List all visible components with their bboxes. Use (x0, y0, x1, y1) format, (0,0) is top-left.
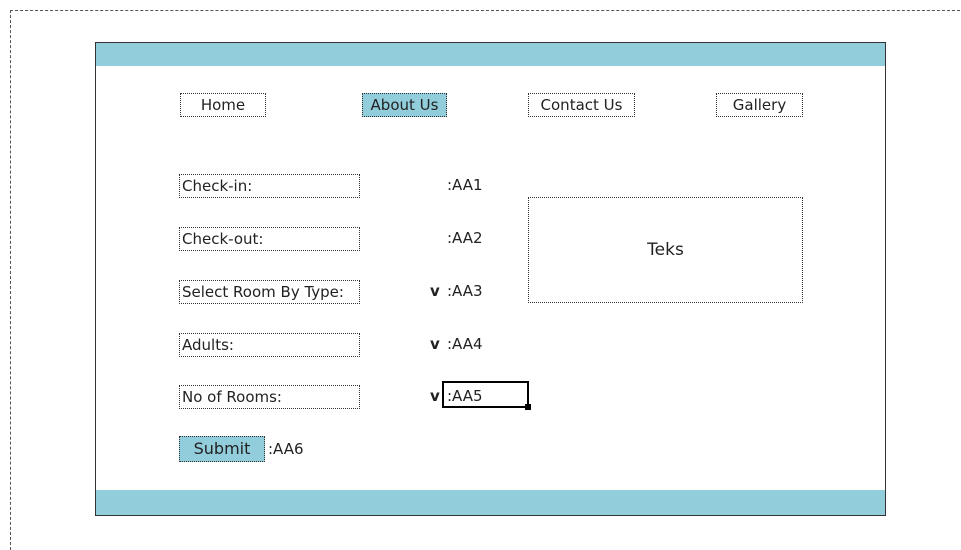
nav-about-us[interactable]: About Us (362, 93, 447, 117)
rooms-label: No of Rooms: (179, 385, 360, 409)
check-out-cell[interactable]: :AA2 (447, 227, 483, 251)
text-box: Teks (528, 197, 803, 303)
check-out-label: Check-out: (179, 227, 360, 251)
footer-bar (96, 490, 885, 515)
rooms-dropdown-arrow[interactable]: v (430, 385, 440, 409)
adults-dropdown-arrow[interactable]: v (430, 333, 440, 357)
room-type-cell[interactable]: :AA3 (447, 280, 483, 304)
submit-cell[interactable]: :AA6 (268, 438, 304, 462)
check-in-label: Check-in: (179, 174, 360, 198)
submit-button[interactable]: Submit (179, 436, 265, 462)
adults-cell[interactable]: :AA4 (447, 333, 483, 357)
check-in-cell[interactable]: :AA1 (447, 174, 483, 198)
rooms-cell[interactable]: :AA5 (447, 385, 483, 409)
header-bar (96, 43, 885, 66)
page-mockup: Home About Us Contact Us Gallery Check-i… (95, 42, 886, 516)
nav-home[interactable]: Home (180, 93, 266, 117)
room-type-label: Select Room By Type: (179, 280, 360, 304)
fill-handle[interactable] (525, 404, 531, 410)
room-type-dropdown-arrow[interactable]: v (430, 280, 440, 304)
nav-contact-us[interactable]: Contact Us (528, 93, 635, 117)
adults-label: Adults: (179, 333, 360, 357)
nav-gallery[interactable]: Gallery (716, 93, 803, 117)
